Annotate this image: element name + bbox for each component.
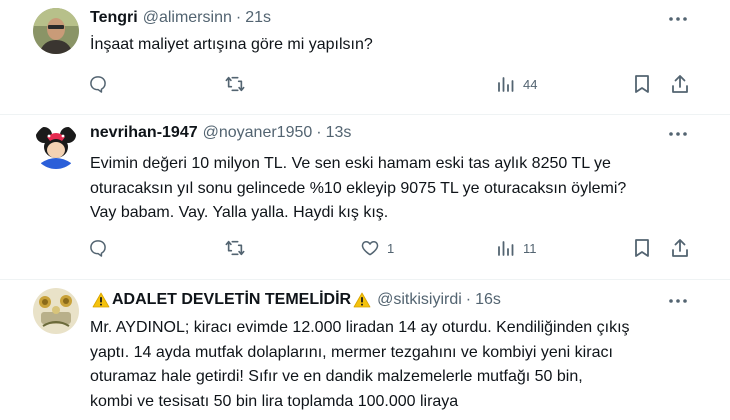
views-icon: [496, 238, 516, 258]
action-bar: 1 11: [78, 233, 688, 263]
avatar[interactable]: [33, 8, 79, 54]
retweet-icon: [224, 238, 246, 258]
separator-dot: ·: [235, 9, 242, 26]
views-icon: [496, 74, 516, 94]
reply-icon: [88, 238, 108, 258]
author-name[interactable]: Tengri: [90, 9, 138, 27]
timestamp[interactable]: 21s: [245, 9, 271, 27]
tweet-header: ADALET DEVLETİN TEMELİDİR @sitkisiyirdi …: [90, 289, 501, 311]
tweet-1[interactable]: Tengri @alimersinn · 21s İnşaat maliyet …: [0, 0, 730, 110]
warning-icon: [353, 292, 371, 308]
views-button[interactable]: 44: [496, 69, 537, 99]
share-button[interactable]: [671, 69, 689, 99]
separator-dot: ·: [316, 124, 322, 141]
separator-dot: ·: [465, 291, 472, 308]
tweet-text: Mr. AYDINOL; kiracı evimde 12.000 lirada…: [90, 319, 630, 410]
tweet-2[interactable]: nevrihan-1947 @noyaner1950 · 13s Evimin …: [0, 115, 730, 280]
more-icon[interactable]: [664, 290, 692, 312]
more-icon[interactable]: [664, 123, 692, 145]
avatar[interactable]: [33, 288, 79, 334]
bookmark-button[interactable]: [633, 69, 651, 99]
retweet-button[interactable]: [224, 233, 253, 263]
like-icon: [360, 238, 380, 258]
share-icon: [671, 238, 689, 258]
like-button[interactable]: [360, 69, 367, 99]
timestamp[interactable]: 13s: [326, 124, 352, 142]
author-name[interactable]: nevrihan-1947: [90, 124, 198, 142]
bookmark-icon: [633, 238, 651, 258]
author-handle[interactable]: @sitkisiyirdi: [377, 291, 462, 309]
more-icon[interactable]: [664, 8, 692, 30]
tweet-header: nevrihan-1947 @noyaner1950 · 13s: [90, 122, 351, 144]
action-bar: 44: [78, 69, 688, 99]
views-count: 11: [523, 240, 537, 256]
tweet-text: Evimin değeri 10 milyon TL. Ve sen eski …: [90, 155, 627, 221]
avatar[interactable]: [33, 123, 79, 169]
share-button[interactable]: [671, 233, 689, 263]
bookmark-button[interactable]: [633, 233, 651, 263]
reply-icon: [88, 74, 108, 94]
like-count: 1: [387, 240, 395, 256]
author-handle[interactable]: @noyaner1950: [203, 124, 313, 142]
retweet-icon: [224, 74, 246, 94]
tweet-text: İnşaat maliyet artışına göre mi yapılsın…: [90, 36, 373, 53]
retweet-button[interactable]: [224, 69, 253, 99]
reply-button[interactable]: [88, 69, 115, 99]
like-button[interactable]: 1: [360, 233, 394, 263]
share-icon: [671, 74, 689, 94]
reply-button[interactable]: [88, 233, 115, 263]
author-handle[interactable]: @alimersinn: [143, 9, 232, 27]
warning-icon: [92, 292, 110, 308]
bookmark-icon: [633, 74, 651, 94]
tweet-3[interactable]: ADALET DEVLETİN TEMELİDİR @sitkisiyirdi …: [0, 280, 730, 420]
views-count: 44: [523, 76, 538, 92]
timestamp[interactable]: 16s: [475, 291, 501, 309]
views-button[interactable]: 11: [496, 233, 537, 263]
author-name[interactable]: ADALET DEVLETİN TEMELİDİR: [112, 291, 351, 309]
tweet-header: Tengri @alimersinn · 21s: [90, 7, 271, 29]
